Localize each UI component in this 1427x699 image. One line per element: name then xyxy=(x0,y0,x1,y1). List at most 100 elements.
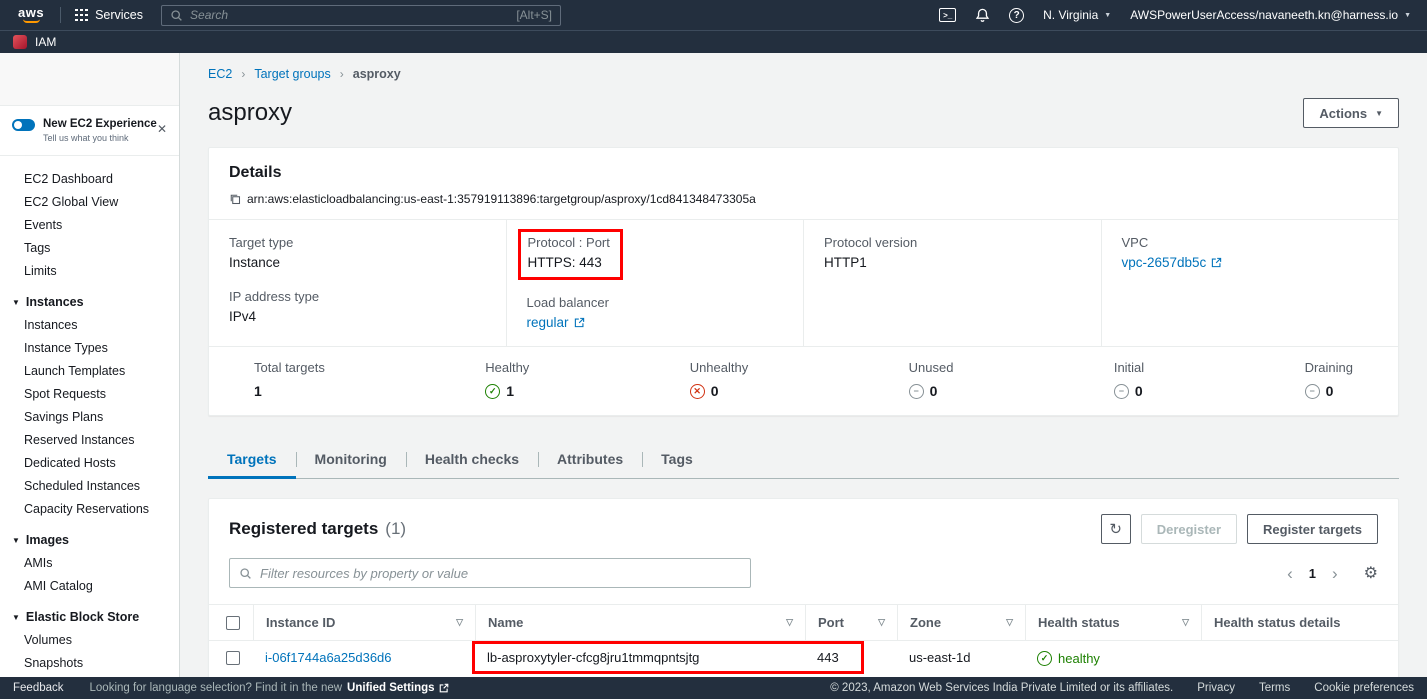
tab-attributes[interactable]: Attributes xyxy=(538,441,642,479)
field-load-balancer: Load balancer regular xyxy=(527,295,784,330)
details-column-4: VPC vpc-2657db5c xyxy=(1101,220,1399,346)
targets-table: Instance ID▽ Name▽ Port▽ Zone▽ Health st… xyxy=(209,604,1398,677)
notifications-bell-icon[interactable] xyxy=(975,7,990,23)
services-grid-icon xyxy=(75,9,88,22)
deregister-button[interactable]: Deregister xyxy=(1141,514,1237,544)
sidebar-item-events[interactable]: Events xyxy=(0,214,179,237)
sort-icon: ▽ xyxy=(878,617,885,628)
page-number[interactable]: 1 xyxy=(1309,566,1316,581)
tab-monitoring[interactable]: Monitoring xyxy=(296,441,406,479)
sidebar-item-capacity-reservations[interactable]: Capacity Reservations xyxy=(0,498,179,521)
topbar-divider xyxy=(60,7,61,23)
actions-button[interactable]: Actions ▼ xyxy=(1303,98,1399,128)
breadcrumb-target-groups[interactable]: Target groups xyxy=(254,67,330,81)
new-experience-toggle[interactable] xyxy=(12,119,35,131)
external-link-icon xyxy=(574,317,585,328)
sidebar-item-snapshots[interactable]: Snapshots xyxy=(0,652,179,675)
header-port[interactable]: Port▽ xyxy=(805,605,897,640)
select-all-checkbox[interactable] xyxy=(226,616,240,630)
breadcrumb-ec2[interactable]: EC2 xyxy=(208,67,232,81)
tab-tags[interactable]: Tags xyxy=(642,441,712,479)
stat-draining: Draining −0 xyxy=(1305,360,1353,399)
header-zone[interactable]: Zone▽ xyxy=(897,605,1025,640)
search-icon xyxy=(239,567,252,580)
unified-settings-link[interactable]: Unified Settings xyxy=(347,682,449,694)
cloudshell-icon[interactable]: >_ xyxy=(939,8,956,22)
sidebar-section-images[interactable]: ▼ Images xyxy=(0,521,179,552)
sidebar-item-savings-plans[interactable]: Savings Plans xyxy=(0,406,179,429)
region-selector[interactable]: N. Virginia ▼ xyxy=(1043,8,1111,22)
feedback-link[interactable]: Feedback xyxy=(13,682,64,694)
row-checkbox[interactable] xyxy=(226,651,240,665)
header-health-status[interactable]: Health status▽ xyxy=(1025,605,1201,640)
services-label: Services xyxy=(95,8,143,22)
favorite-iam-link[interactable]: IAM xyxy=(35,35,56,49)
gear-icon[interactable]: ⚙ xyxy=(1364,563,1378,583)
sidebar-item-dedicated-hosts[interactable]: Dedicated Hosts xyxy=(0,452,179,475)
services-menu-button[interactable]: Services xyxy=(69,8,149,22)
cell-health-status: ✓healthy xyxy=(1025,649,1201,666)
field-ip-address-type: IP address type IPv4 xyxy=(229,289,486,324)
cell-port: 443 xyxy=(805,650,897,665)
sidebar-item-ami-catalog[interactable]: AMI Catalog xyxy=(0,575,179,598)
vpc-link[interactable]: vpc-2657db5c xyxy=(1122,255,1223,270)
registered-targets-card: Registered targets (1) ↻ Deregister Regi… xyxy=(208,498,1399,677)
sidebar-item-amis[interactable]: AMIs xyxy=(0,552,179,575)
actions-button-label: Actions xyxy=(1319,106,1367,121)
sidebar-item-volumes[interactable]: Volumes xyxy=(0,629,179,652)
account-menu[interactable]: AWSPowerUserAccess/navaneeth.kn@harness.… xyxy=(1130,8,1411,22)
terms-link[interactable]: Terms xyxy=(1259,682,1290,694)
global-search[interactable]: [Alt+S] xyxy=(161,5,561,26)
chevron-right-icon[interactable]: › xyxy=(1332,565,1338,582)
tab-targets[interactable]: Targets xyxy=(208,441,296,479)
main-content: EC2 › Target groups › asproxy asproxy Ac… xyxy=(180,53,1427,677)
help-icon[interactable]: ? xyxy=(1009,8,1024,23)
chevron-down-icon: ▼ xyxy=(1404,12,1411,19)
new-experience-title: New EC2 Experience xyxy=(43,117,157,131)
search-input[interactable] xyxy=(190,8,509,22)
instance-id-link[interactable]: i-06f1744a6a25d36d6 xyxy=(265,650,392,665)
tab-health-checks[interactable]: Health checks xyxy=(406,441,538,479)
sidebar-item-ec2-global-view[interactable]: EC2 Global View xyxy=(0,191,179,214)
sidebar-item-instances[interactable]: Instances xyxy=(0,314,179,337)
aws-logo-smile xyxy=(23,19,40,23)
sidebar-item-reserved-instances[interactable]: Reserved Instances xyxy=(0,429,179,452)
sidebar-section-elastic-block-store[interactable]: ▼ Elastic Block Store xyxy=(0,598,179,629)
sidebar-item-spot-requests[interactable]: Spot Requests xyxy=(0,383,179,406)
copy-icon[interactable] xyxy=(229,193,241,205)
sidebar-item-launch-templates[interactable]: Launch Templates xyxy=(0,360,179,383)
details-heading: Details xyxy=(229,164,1378,182)
minus-circle-icon: − xyxy=(1114,384,1129,399)
load-balancer-link[interactable]: regular xyxy=(527,315,585,330)
section-title: Images xyxy=(26,533,69,547)
sidebar-item-tags[interactable]: Tags xyxy=(0,237,179,260)
section-caret-icon: ▼ xyxy=(12,298,20,307)
stat-total-targets: Total targets 1 xyxy=(254,360,325,399)
toggle-knob xyxy=(14,121,22,129)
chevron-left-icon[interactable]: ‹ xyxy=(1287,565,1293,582)
header-instance-id[interactable]: Instance ID▽ xyxy=(253,605,475,640)
detail-tabs: Targets Monitoring Health checks Attribu… xyxy=(208,441,1399,479)
sidebar-item-limits[interactable]: Limits xyxy=(0,260,179,283)
aws-logo-text: aws xyxy=(18,7,44,19)
section-caret-icon: ▼ xyxy=(12,536,20,545)
field-protocol-version: Protocol version HTTP1 xyxy=(824,235,1081,270)
header-name[interactable]: Name▽ xyxy=(475,605,805,640)
register-targets-button[interactable]: Register targets xyxy=(1247,514,1378,544)
section-caret-icon: ▼ xyxy=(12,613,20,622)
details-column-2: Protocol : Port HTTPS: 443 Load balancer… xyxy=(506,220,804,346)
sidebar-item-instance-types[interactable]: Instance Types xyxy=(0,337,179,360)
cookie-preferences-link[interactable]: Cookie preferences xyxy=(1314,682,1414,694)
sidebar-item-ec2-dashboard[interactable]: EC2 Dashboard xyxy=(0,168,179,191)
close-icon[interactable]: ✕ xyxy=(157,122,167,136)
sidebar-section-instances[interactable]: ▼ Instances xyxy=(0,283,179,314)
check-circle-icon: ✓ xyxy=(1037,651,1052,666)
aws-logo[interactable]: aws xyxy=(10,7,52,23)
field-protocol-port: Protocol : Port HTTPS: 443 xyxy=(527,235,784,276)
sidebar-item-scheduled-instances[interactable]: Scheduled Instances xyxy=(0,475,179,498)
privacy-link[interactable]: Privacy xyxy=(1197,682,1235,694)
check-circle-icon: ✓ xyxy=(485,384,500,399)
table-header-row: Instance ID▽ Name▽ Port▽ Zone▽ Health st… xyxy=(209,605,1398,641)
filter-input[interactable] xyxy=(260,566,741,581)
refresh-button[interactable]: ↻ xyxy=(1101,514,1131,544)
